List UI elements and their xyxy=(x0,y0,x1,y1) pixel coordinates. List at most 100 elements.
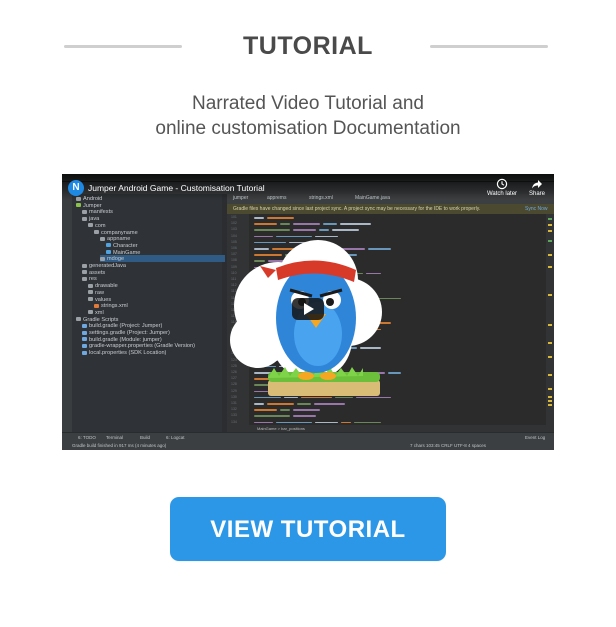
tree-item-icon xyxy=(82,209,87,214)
scroll-marker xyxy=(548,396,552,398)
tree-item-label: drawable xyxy=(95,283,118,290)
event-log-button[interactable]: Event Log xyxy=(525,435,545,440)
tree-item-icon xyxy=(88,290,93,295)
tree-item-label: strings.xml xyxy=(101,303,128,310)
code-token xyxy=(254,421,273,424)
tree-item-icon xyxy=(82,330,87,335)
tree-item-icon xyxy=(76,203,81,208)
project-tree-item[interactable]: appname xyxy=(100,236,130,242)
gradle-notice-text: Gradle files have changed since last pro… xyxy=(233,206,481,212)
tree-item-icon xyxy=(106,243,111,248)
project-tree-item[interactable]: mdoge xyxy=(100,256,124,262)
scroll-marker xyxy=(548,400,552,402)
share-arrow-icon xyxy=(532,180,542,189)
project-tree-item[interactable]: build.gradle (Project: Jumper) xyxy=(82,323,162,329)
project-tree-item[interactable]: Android xyxy=(76,196,102,202)
tree-item-label: appname xyxy=(107,236,131,243)
tree-item-icon xyxy=(100,236,105,241)
project-tree-item[interactable]: MainGame xyxy=(106,250,140,256)
clock-icon xyxy=(496,178,508,190)
scroll-marker xyxy=(548,224,552,226)
project-tree-item[interactable]: Gradle Scripts xyxy=(76,317,118,323)
share-button[interactable]: Share xyxy=(517,178,554,197)
project-tree-item[interactable]: local.properties (SDK Location) xyxy=(82,350,166,356)
tree-item-label: MainGame xyxy=(113,249,141,256)
tree-item-icon xyxy=(82,323,87,328)
line-number: 101 xyxy=(231,215,237,219)
project-tree-item[interactable]: values xyxy=(88,297,111,303)
watch-later-label: Watch later xyxy=(486,191,518,197)
project-tree-item[interactable]: companyname xyxy=(94,230,138,236)
project-tree-item[interactable]: xml xyxy=(88,310,104,316)
tree-item-icon xyxy=(100,256,105,261)
scroll-marker xyxy=(548,218,552,220)
scroll-marker xyxy=(548,240,552,242)
code-token xyxy=(276,421,312,424)
project-tree-item[interactable]: drawable xyxy=(88,283,118,289)
status-tab-todo[interactable]: 6: TODO xyxy=(78,435,96,440)
tree-item-label: build.gradle (Module: jumper) xyxy=(89,336,162,343)
heading-rule-right xyxy=(430,45,548,48)
play-button[interactable] xyxy=(292,298,324,320)
project-tree-item[interactable]: com xyxy=(88,223,106,229)
code-token xyxy=(267,403,294,405)
tree-item-icon xyxy=(82,276,87,281)
line-number: 102 xyxy=(231,221,237,226)
tree-item-label: generatedJava xyxy=(89,263,127,269)
status-tab-terminal[interactable]: Terminal xyxy=(106,435,123,440)
scroll-marker xyxy=(548,294,552,296)
tree-item-label: assets xyxy=(89,269,106,276)
project-tree-item[interactable]: Character xyxy=(106,243,138,249)
code-token xyxy=(293,409,320,411)
tree-item-label: Android xyxy=(83,196,103,202)
video-title[interactable]: Jumper Android Game - Customisation Tuto… xyxy=(88,183,265,193)
tree-item-icon xyxy=(82,350,87,355)
code-token xyxy=(354,421,381,424)
project-tree-item[interactable]: raw xyxy=(88,290,104,296)
project-tree-item[interactable]: manifests xyxy=(82,209,113,215)
tree-item-icon xyxy=(82,263,87,268)
scroll-marker xyxy=(548,404,552,406)
channel-avatar[interactable]: N xyxy=(68,180,84,196)
tree-item-label: Jumper xyxy=(83,202,102,209)
project-tree-item[interactable]: Jumper xyxy=(76,203,102,209)
tree-item-icon xyxy=(76,196,81,201)
code-token xyxy=(341,421,351,424)
project-tree-item[interactable]: res xyxy=(82,276,97,282)
tree-item-label: mdoge xyxy=(107,256,125,263)
tree-item-icon xyxy=(82,270,87,275)
code-token xyxy=(280,223,290,225)
tree-item-label: settings.gradle (Project: Jumper) xyxy=(89,330,170,336)
tree-item-icon xyxy=(82,337,87,342)
tree-item-icon xyxy=(88,310,93,315)
status-tab-build[interactable]: Build xyxy=(140,435,150,440)
tree-item-icon xyxy=(76,317,81,322)
scroll-marker xyxy=(548,356,552,358)
status-tab-logcat[interactable]: 6: Logcat xyxy=(166,435,185,440)
project-tree-item[interactable]: assets xyxy=(82,270,105,276)
editor-breadcrumb: MainGame > bar_positions xyxy=(227,425,554,432)
tree-item-icon xyxy=(82,343,87,348)
tree-item-icon xyxy=(88,223,93,228)
watch-later-button[interactable]: Watch later xyxy=(482,178,522,197)
tree-item-icon xyxy=(106,250,111,255)
tree-item-icon xyxy=(88,283,93,288)
code-token xyxy=(340,223,371,225)
video-title-overlay: N Jumper Android Game - Customisation Tu… xyxy=(62,174,554,200)
project-tree-item[interactable]: build.gradle (Module: jumper) xyxy=(82,337,162,343)
project-tree-item[interactable]: java xyxy=(82,216,99,222)
intro-line-2: online customisation Documentation xyxy=(155,118,461,139)
code-token xyxy=(323,223,337,225)
project-tree-item[interactable]: strings.xml xyxy=(94,303,128,309)
status-cursor-info: 7 chars 103:45 CRLF UTF-8 4 spaces xyxy=(410,443,487,448)
line-number: 131 xyxy=(231,401,237,405)
view-tutorial-button[interactable]: VIEW TUTORIAL xyxy=(170,497,446,561)
code-token xyxy=(293,415,316,417)
project-tree-item[interactable]: generatedJava xyxy=(82,263,126,269)
gradle-notice: Gradle files have changed since last pro… xyxy=(227,204,554,214)
status-message: Gradle build finished in 917 ms (4 minut… xyxy=(72,443,167,448)
sync-now-link[interactable]: Sync Now xyxy=(525,206,548,212)
project-tree-item[interactable]: settings.gradle (Project: Jumper) xyxy=(82,330,170,336)
project-tree-item[interactable]: gradle-wrapper.properties (Gradle Versio… xyxy=(82,343,195,349)
scroll-marker xyxy=(548,254,552,256)
